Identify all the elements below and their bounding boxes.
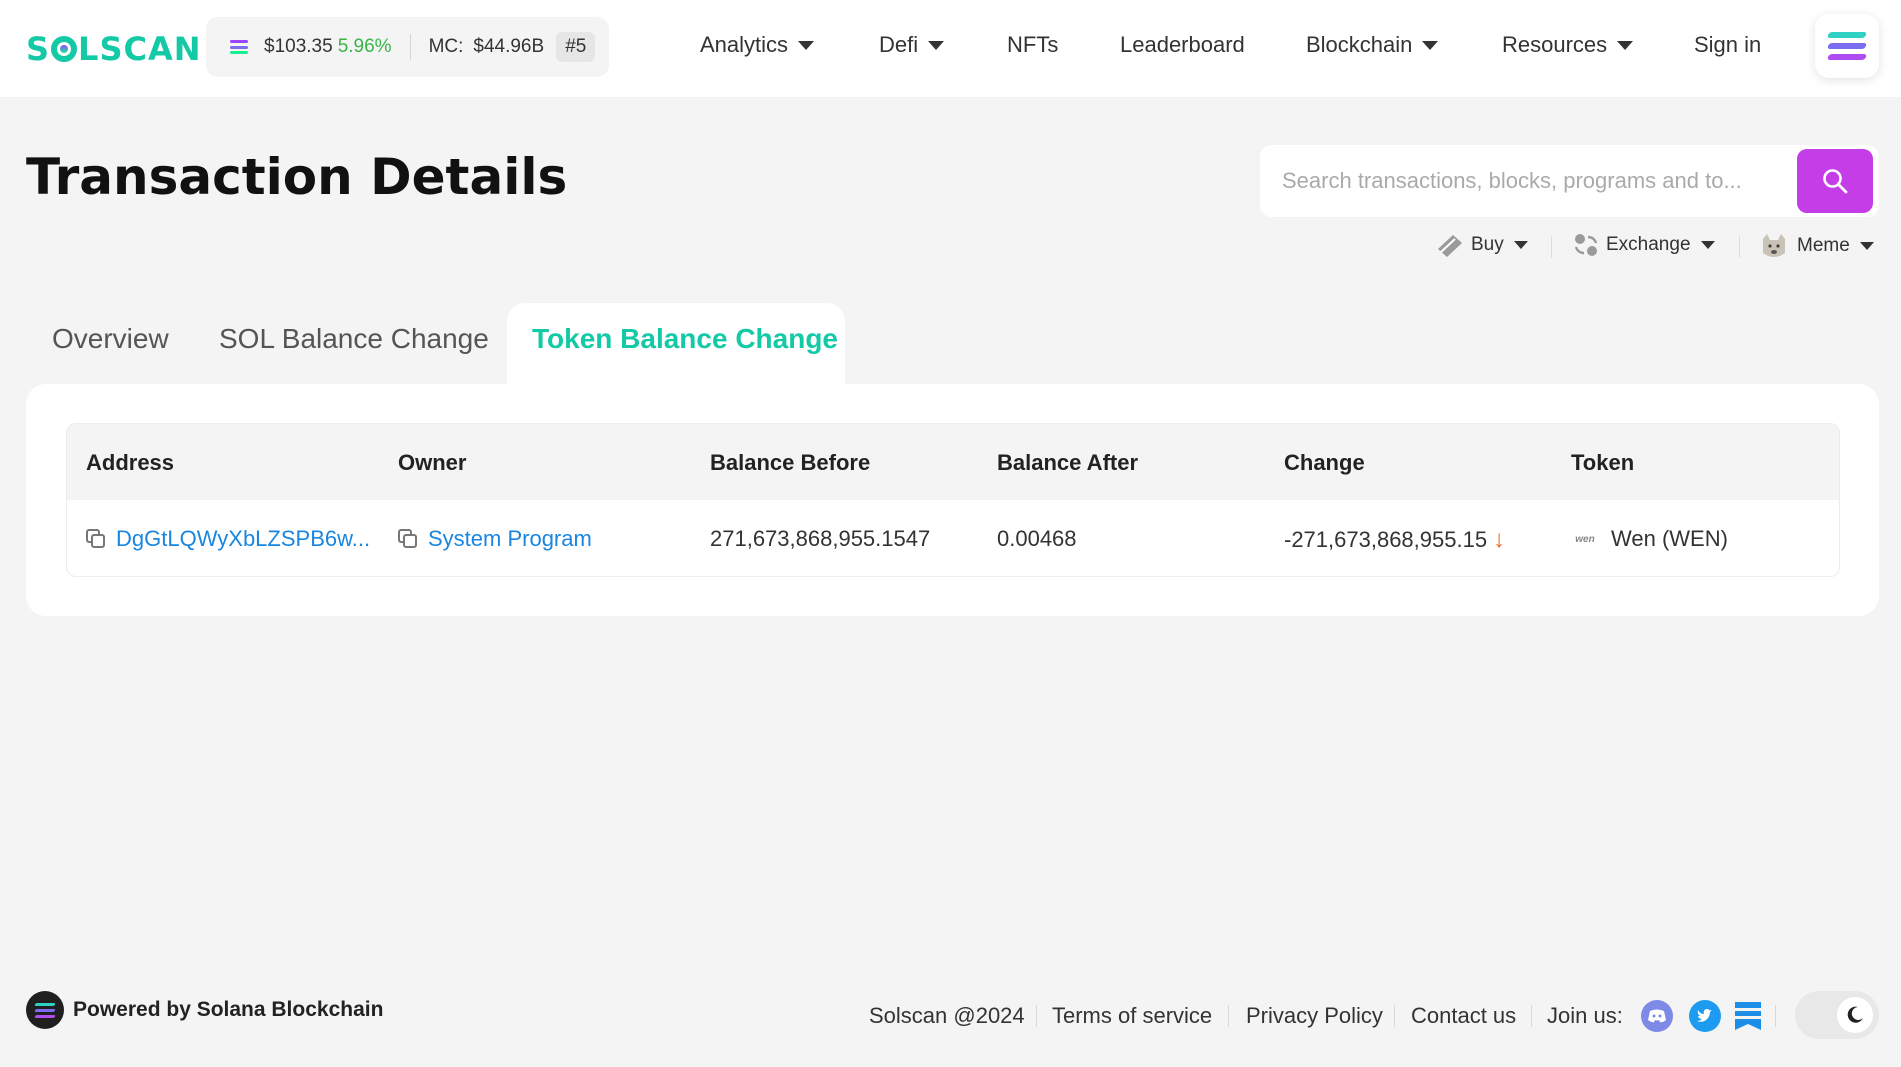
- divider: [409, 34, 411, 60]
- arrow-down-icon: ↓: [1493, 526, 1506, 553]
- copy-icon[interactable]: [86, 529, 106, 549]
- column-header-balance-before: Balance Before: [710, 450, 871, 475]
- balance-before-cell: 271,673,868,955.1547: [710, 526, 931, 551]
- token-balance-table: Address Owner Balance Before Balance Aft…: [66, 423, 1840, 577]
- tab-token-balance-change[interactable]: Token Balance Change: [532, 323, 838, 355]
- copyright-text: Solscan @2024: [869, 1003, 1025, 1028]
- balance-after-cell: 0.00468: [997, 526, 1077, 551]
- nav-blockchain[interactable]: Blockchain: [1306, 32, 1439, 58]
- search-box: [1260, 145, 1879, 217]
- address-link[interactable]: DgGtLQWyXbLZSPB6w...: [116, 526, 370, 552]
- column-header-balance-after: Balance After: [997, 450, 1139, 475]
- search-icon: [1823, 169, 1848, 194]
- moon-icon: [1837, 997, 1873, 1033]
- contact-link[interactable]: Contact us: [1411, 1003, 1516, 1029]
- footer-brand: Powered by Solana Blockchain: [26, 991, 383, 1029]
- change-value: -271,673,868,955.15: [1284, 527, 1488, 552]
- nav-resources[interactable]: Resources: [1502, 32, 1634, 58]
- search-input[interactable]: [1282, 145, 1792, 217]
- owner-cell: System Program: [398, 526, 592, 552]
- solana-menu-button[interactable]: [1815, 14, 1879, 78]
- tab-sol-balance-change[interactable]: SOL Balance Change: [219, 323, 489, 355]
- address-cell: DgGtLQWyXbLZSPB6w...: [86, 526, 370, 552]
- sol-price: $103.35: [264, 36, 333, 57]
- market-cap-value: $44.96B: [473, 36, 545, 57]
- caret-down-icon: [1617, 40, 1634, 50]
- caret-down-icon: [1859, 242, 1874, 250]
- terms-link[interactable]: Terms of service: [1052, 1003, 1212, 1029]
- divider: [1531, 1005, 1532, 1027]
- rank-badge: #5: [556, 32, 596, 62]
- exchange-dropdown[interactable]: Exchange: [1572, 231, 1715, 259]
- buy-dropdown[interactable]: Buy: [1435, 231, 1528, 259]
- twitter-icon[interactable]: [1689, 1000, 1721, 1032]
- privacy-link[interactable]: Privacy Policy: [1246, 1003, 1383, 1029]
- divider: [1739, 236, 1740, 258]
- sol-price-change: 5.96%: [337, 36, 392, 57]
- meme-dropdown[interactable]: Meme: [1759, 231, 1874, 261]
- owner-link[interactable]: System Program: [428, 526, 592, 552]
- table-header: Address Owner Balance Before Balance Aft…: [67, 424, 1839, 500]
- column-header-change: Change: [1284, 450, 1365, 475]
- discord-icon[interactable]: [1641, 1000, 1673, 1032]
- divider: [1036, 1005, 1037, 1027]
- nav-leaderboard[interactable]: Leaderboard: [1120, 32, 1245, 58]
- caret-down-icon: [928, 40, 945, 50]
- divider: [1228, 1005, 1229, 1027]
- wen-token-logo: wen: [1575, 533, 1595, 545]
- column-header-address: Address: [86, 450, 175, 475]
- token-balance-card: Address Owner Balance Before Balance Aft…: [26, 384, 1879, 616]
- powered-by-text: Powered by Solana Blockchain: [73, 998, 384, 1021]
- divider: [1551, 236, 1552, 258]
- doge-icon: [1763, 234, 1785, 257]
- medium-icon[interactable]: [1732, 1000, 1764, 1032]
- token-cell: wen Wen (WEN): [1571, 526, 1728, 552]
- copy-icon[interactable]: [398, 529, 418, 549]
- solscan-logo[interactable]: S LSCAN: [26, 30, 202, 68]
- market-cap-label: MC:: [428, 36, 464, 57]
- caret-down-icon: [1700, 241, 1715, 249]
- solana-icon: [230, 40, 248, 54]
- change-cell: -271,673,868,955.15 ↓: [1284, 526, 1505, 554]
- nav-nfts[interactable]: NFTs: [1007, 32, 1058, 58]
- sign-in-link[interactable]: Sign in: [1694, 32, 1761, 58]
- nav-analytics[interactable]: Analytics: [700, 32, 815, 58]
- divider: [1394, 1005, 1395, 1027]
- divider: [1775, 1005, 1776, 1027]
- tab-overview[interactable]: Overview: [52, 323, 169, 355]
- nav-defi[interactable]: Defi: [879, 32, 945, 58]
- search-button[interactable]: [1797, 149, 1873, 213]
- page-title: Transaction Details: [26, 148, 568, 206]
- caret-down-icon: [1513, 241, 1528, 249]
- caret-down-icon: [1422, 40, 1439, 50]
- theme-toggle[interactable]: [1795, 991, 1879, 1039]
- exchange-icon: [1574, 234, 1598, 256]
- caret-down-icon: [798, 40, 815, 50]
- column-header-token: Token: [1571, 450, 1635, 475]
- column-header-owner: Owner: [398, 450, 467, 475]
- sol-price-chip: $103.35 5.96% MC: $44.96B #5: [206, 17, 609, 77]
- wallet-icon: [1438, 235, 1462, 257]
- join-us-label: Join us:: [1547, 1003, 1623, 1028]
- solana-logo-icon: [26, 991, 64, 1029]
- token-name[interactable]: Wen (WEN): [1611, 526, 1728, 552]
- top-header: S LSCAN $103.35 5.96% MC: $44.96B #5 Anal…: [0, 0, 1901, 97]
